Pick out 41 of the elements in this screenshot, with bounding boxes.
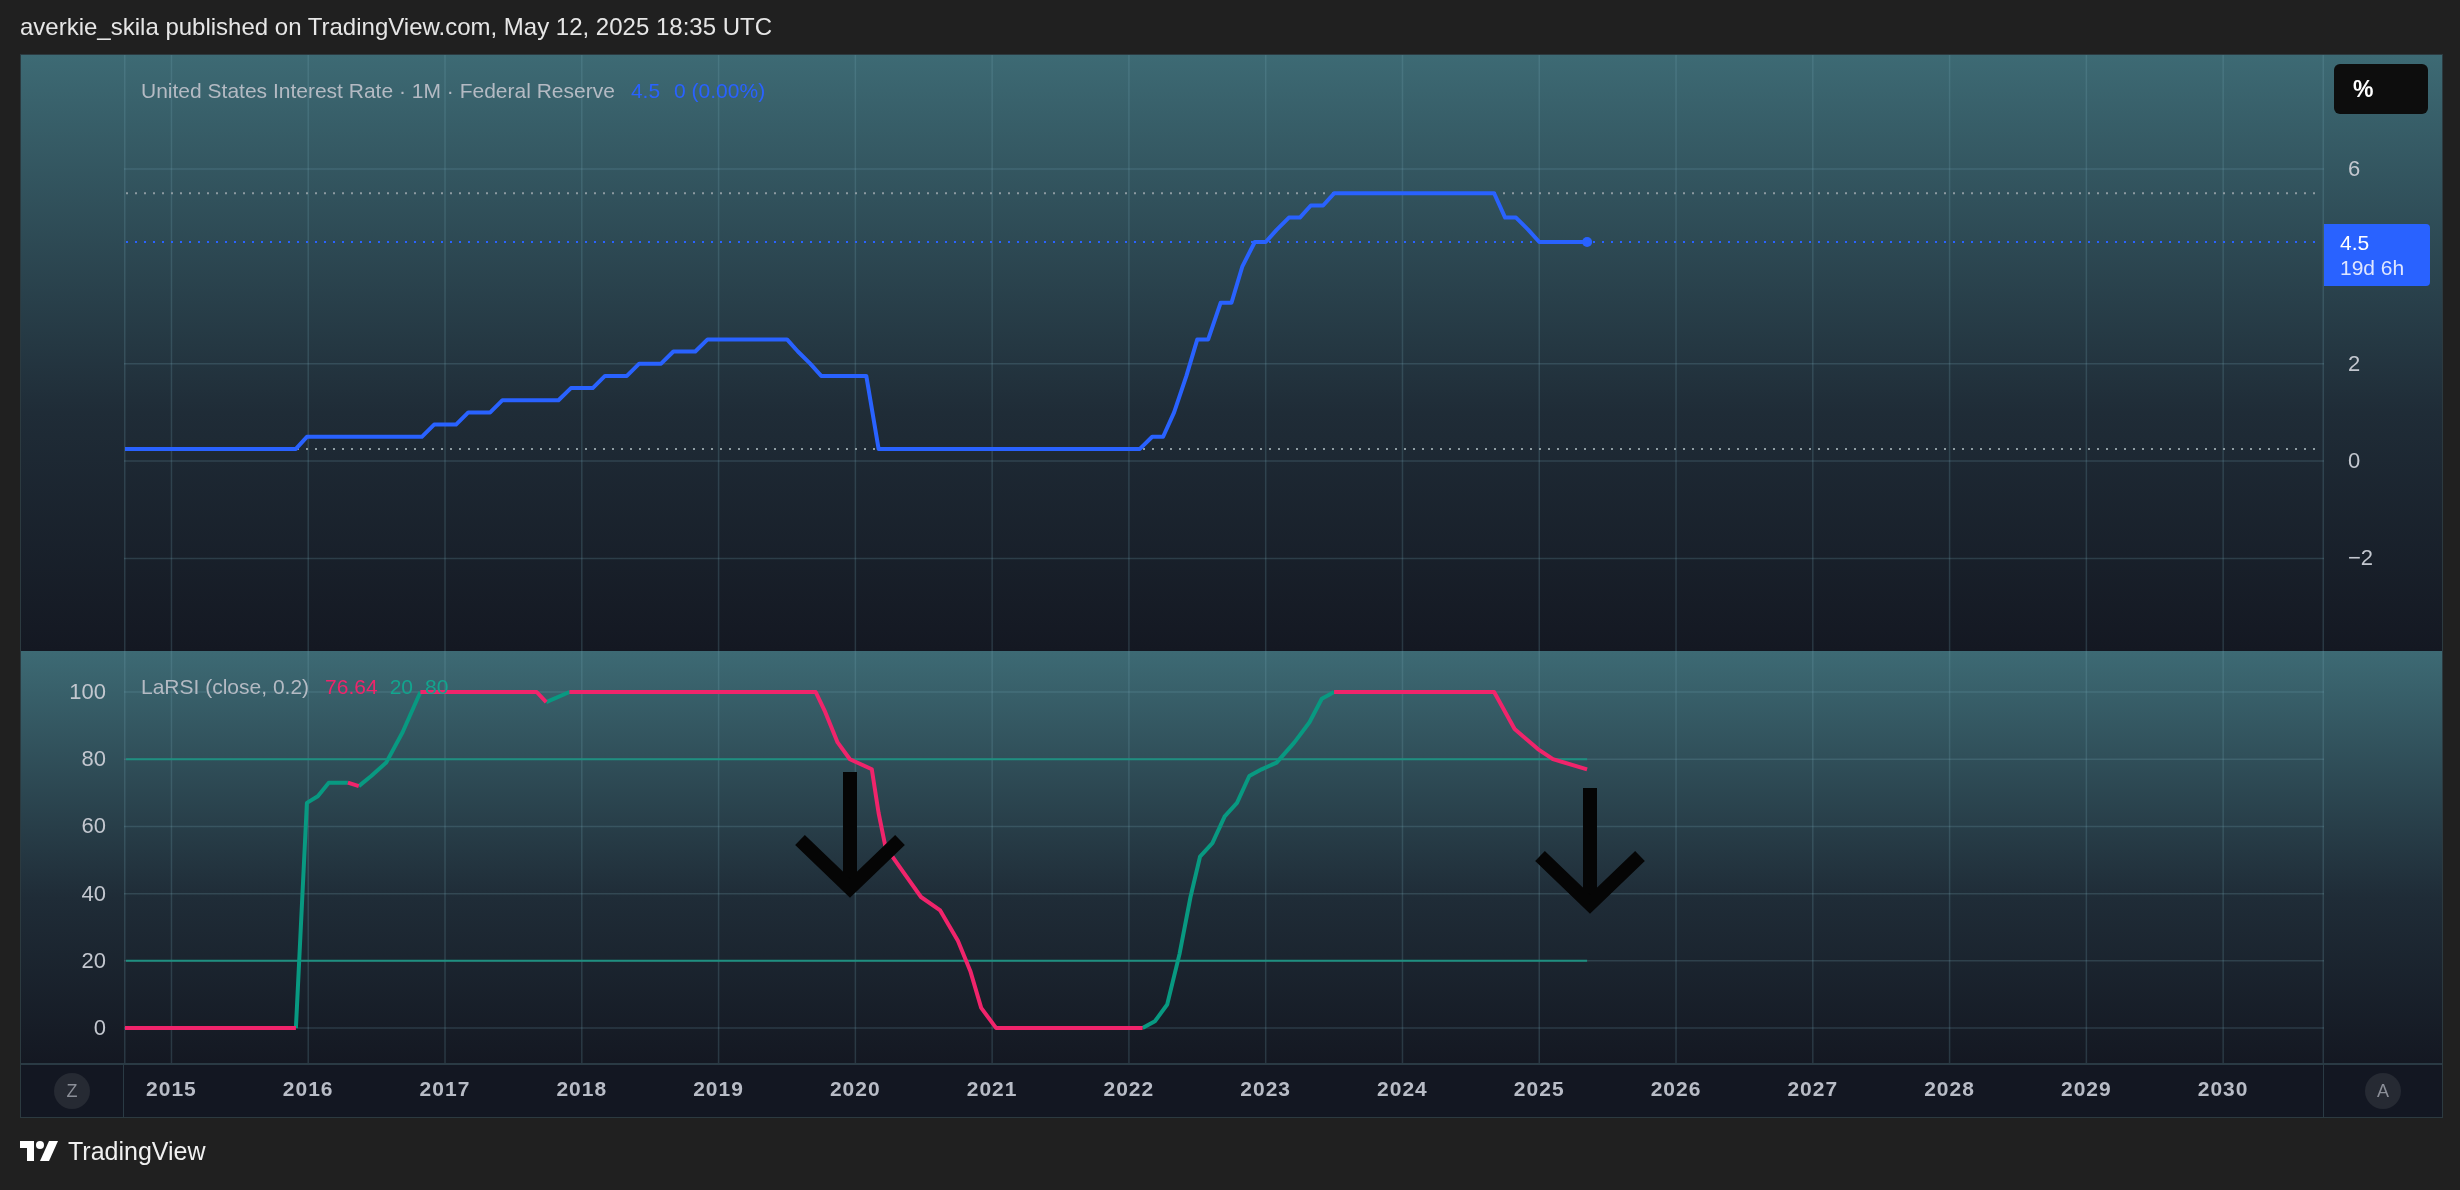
indicator-title: United States Interest Rate · 1M · Federal Reserve (141, 78, 615, 104)
axis-tick-label: 6 (2348, 155, 2361, 182)
bar-countdown: 19d 6h (2340, 254, 2406, 280)
axis-tick-label: 80 (81, 746, 106, 773)
price-value: 4.5 (2340, 229, 2371, 255)
band-level: 20 (389, 674, 413, 700)
zoom-button[interactable]: Z (53, 1073, 90, 1109)
time-axis-label: 2021 (965, 1077, 1019, 1101)
indicator-value: 4.5 (630, 78, 661, 104)
time-axis-label: 2030 (2196, 1077, 2250, 1101)
indicator-title: LaRSI (close, 0.2) (141, 674, 310, 700)
time-axis-label: 2025 (1512, 1077, 1566, 1101)
time-axis-label: 2024 (1376, 1077, 1429, 1101)
value-change: 0 (0.00%) (674, 78, 766, 104)
time-axis-label: 2022 (1102, 1077, 1156, 1101)
time-axis-label: 2027 (1786, 1077, 1840, 1101)
indicator-value: 76.64 (325, 674, 378, 700)
axis-tick-label: 20 (81, 947, 106, 974)
unit-button[interactable]: % (2334, 64, 2428, 114)
axis-tick-label: 0 (2348, 448, 2361, 475)
time-axis-label: 2026 (1649, 1077, 1703, 1101)
time-axis-label: 2017 (418, 1077, 472, 1101)
time-axis-label: 2019 (692, 1077, 745, 1101)
axis-tick-label: 40 (81, 880, 106, 907)
time-axis-label: 2028 (1923, 1077, 1976, 1101)
brand-name: TradingView (68, 1136, 206, 1166)
axis-tick-label: 0 (93, 1015, 106, 1042)
time-axis-label: 2029 (2059, 1077, 2113, 1101)
axis-tick-label: 60 (81, 813, 106, 840)
time-axis-label: 2020 (828, 1077, 882, 1101)
logo-icon (20, 1141, 58, 1161)
axis-tick-label: 100 (69, 679, 106, 705)
time-axis-label: 2023 (1239, 1077, 1292, 1101)
last-value-dot (1582, 237, 1593, 247)
publish-info: averkie_skila published on TradingView.com, May 12, 2025 18:35 UTC (20, 12, 773, 42)
axis-tick-label: −2 (2348, 545, 2374, 572)
time-axis-label: 2015 (145, 1077, 198, 1101)
axis-tick-label: 2 (2348, 350, 2361, 377)
time-axis-label: 2016 (281, 1077, 335, 1101)
auto-scale-button[interactable]: A (2365, 1073, 2401, 1109)
time-axis-label: 2018 (555, 1077, 609, 1101)
